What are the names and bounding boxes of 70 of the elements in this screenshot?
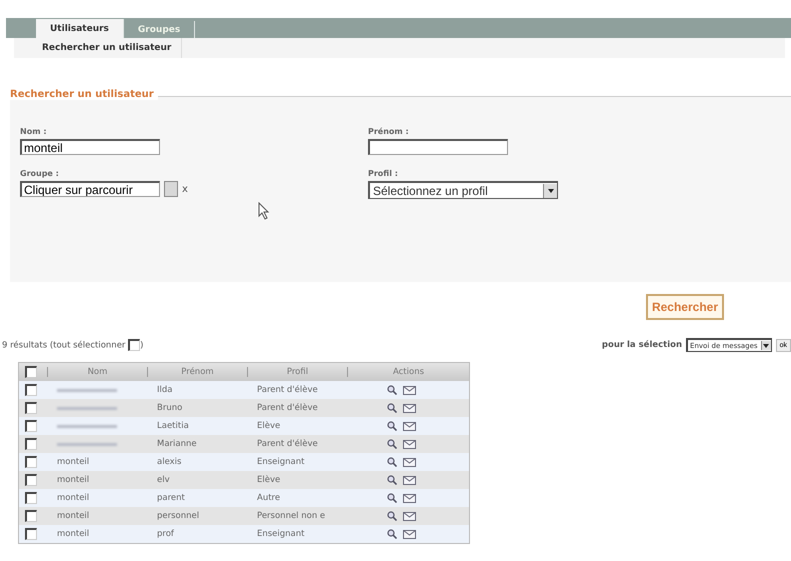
caret-icon — [543, 184, 557, 198]
table-cell-text: Parent d'élève — [256, 439, 319, 449]
envelope-icon[interactable] — [403, 386, 416, 394]
text-field[interactable] — [368, 139, 508, 155]
magnifier-icon[interactable] — [387, 511, 397, 521]
table-cell-text: Ilda — [156, 385, 174, 395]
envelope-icon[interactable] — [403, 530, 416, 538]
envelope-icon[interactable] — [403, 404, 416, 412]
table-cell-text: Marianne — [156, 439, 198, 449]
field-label: Profil : — [368, 169, 399, 178]
paren-text: ) — [140, 340, 144, 351]
magnifier-icon[interactable] — [387, 385, 397, 395]
row-checkbox[interactable] — [25, 456, 37, 468]
row-checkbox[interactable] — [25, 528, 37, 540]
magnifier-icon[interactable] — [387, 421, 397, 431]
row-checkbox[interactable] — [25, 438, 37, 450]
group-field[interactable]: Cliquer sur parcourir — [20, 181, 160, 197]
table-cell-text: alexis — [156, 457, 182, 467]
magnifier-icon[interactable] — [387, 403, 397, 413]
table-cell-text: Parent d'élève — [256, 385, 319, 395]
table-cell-text: monteil — [56, 511, 90, 521]
table-cell-text: Personnel non e — [256, 511, 326, 521]
row-checkbox[interactable] — [25, 402, 37, 414]
table-cell-text: Laetitia — [156, 421, 190, 431]
field-label: Prénom : — [368, 127, 410, 136]
envelope-icon[interactable] — [403, 422, 416, 430]
row-checkbox[interactable] — [25, 474, 37, 486]
table-cell-text: personnel — [156, 511, 200, 521]
profile-dropdown[interactable]: Sélectionnez un profil — [368, 181, 558, 199]
table-cell-text: parent — [156, 493, 186, 503]
table-cell-text: monteil — [56, 493, 90, 503]
envelope-icon[interactable] — [403, 458, 416, 466]
header-checkbox[interactable] — [25, 366, 37, 378]
table-cell-text: Elève — [256, 475, 282, 485]
magnifier-icon[interactable] — [387, 439, 397, 449]
table-cell-text: monteil — [56, 457, 90, 467]
envelope-icon[interactable] — [403, 476, 416, 484]
caret-icon — [760, 341, 771, 350]
table-cell-text: Elève — [256, 421, 282, 431]
table-cell-text: Bruno — [156, 403, 184, 413]
table-cell-text: elv — [156, 475, 171, 485]
envelope-icon[interactable] — [403, 494, 416, 502]
row-checkbox[interactable] — [25, 420, 37, 432]
text-field[interactable]: monteil — [20, 139, 160, 155]
magnifier-icon[interactable] — [387, 475, 397, 485]
table-cell-text: prof — [156, 529, 175, 539]
table-cell-text: monteil — [56, 475, 90, 485]
magnifier-icon[interactable] — [387, 529, 397, 539]
magnifier-icon[interactable] — [387, 493, 397, 503]
row-checkbox[interactable] — [25, 492, 37, 504]
table-cell-text: Parent d'élève — [256, 403, 319, 413]
results-count: 9 résultats (tout sélectionner — [2, 340, 126, 351]
table-cell-text: Enseignant — [256, 457, 306, 467]
field-label: Groupe : — [20, 169, 60, 178]
envelope-icon[interactable] — [403, 440, 416, 448]
magnifier-icon[interactable] — [387, 457, 397, 467]
selection-label: pour la sélection — [602, 340, 682, 350]
panel-title: Rechercher un utilisateur — [10, 89, 158, 100]
subnav-link[interactable]: Rechercher un utilisateur — [14, 38, 182, 58]
table-cell-text: Enseignant — [256, 529, 306, 539]
clear-icon[interactable]: x — [182, 184, 188, 194]
mouse-pointer-icon — [258, 202, 270, 220]
table-cell-text: Autre — [256, 493, 282, 503]
tab[interactable]: Utilisateurs — [36, 19, 124, 38]
envelope-icon[interactable] — [403, 512, 416, 520]
table-cell-text: monteil — [56, 529, 90, 539]
select-all-checkbox[interactable] — [128, 339, 140, 351]
row-checkbox[interactable] — [25, 384, 37, 396]
row-checkbox[interactable] — [25, 510, 37, 522]
field-label: Nom : — [20, 127, 48, 136]
